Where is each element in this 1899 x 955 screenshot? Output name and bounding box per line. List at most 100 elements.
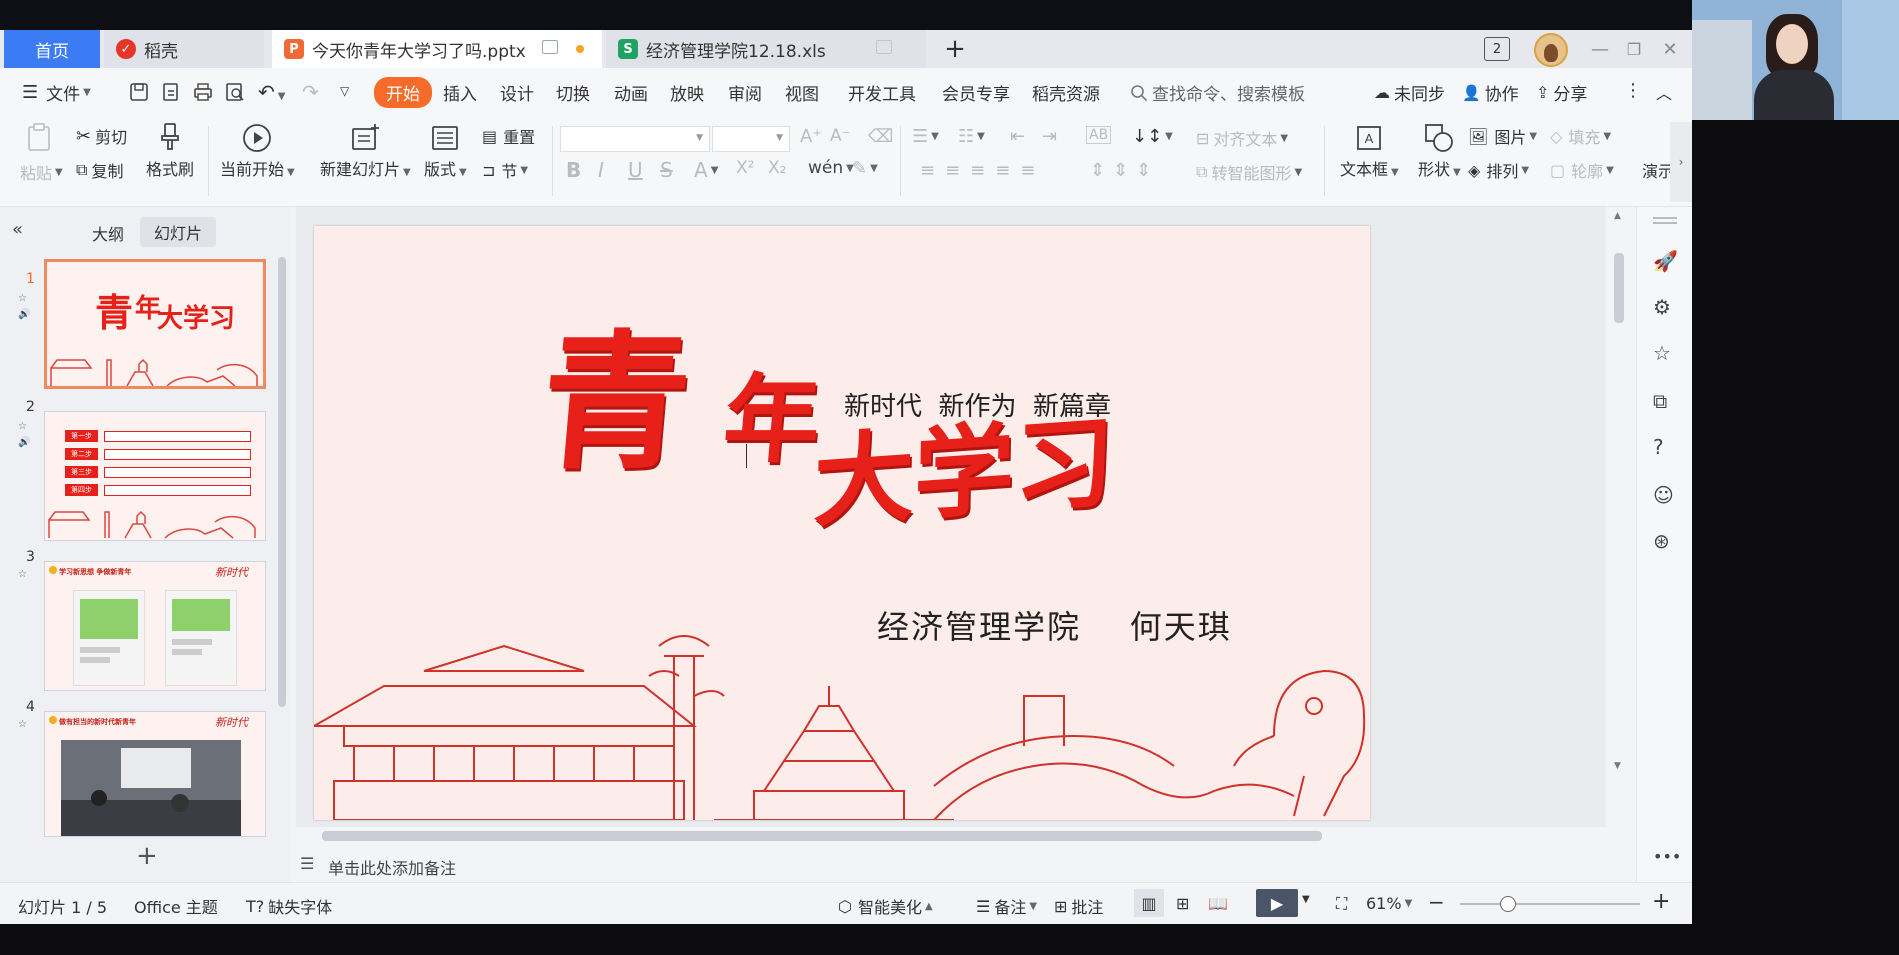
play-from-current-button[interactable]: 当前开始 ▼	[220, 122, 295, 180]
zoom-out-icon[interactable]: −	[1428, 890, 1445, 914]
slide-thumbnail-2[interactable]: 第一步 第二步 第三步 第四步	[44, 411, 266, 541]
phonetic-guide-icon[interactable]: wén ▼	[808, 158, 854, 178]
help-icon[interactable]: ?	[1653, 435, 1677, 459]
paste-button[interactable]	[24, 122, 54, 152]
tab-slides[interactable]: 幻灯片	[140, 217, 217, 247]
robot-icon[interactable]: ☺	[1653, 483, 1677, 507]
copy-button[interactable]: ⧉ 复制	[76, 158, 123, 182]
increase-indent-icon[interactable]: ⇥	[1042, 126, 1057, 147]
minimize-icon[interactable]: —	[1590, 34, 1610, 64]
slide-thumbnail-1[interactable]: 青 年 大学习	[44, 259, 266, 389]
tab-pptx-file[interactable]: P 今天你青年大学习了吗.pptx	[272, 30, 602, 68]
more-vertical-icon[interactable]: ⋮	[1624, 80, 1642, 101]
ribbon-scroll-right[interactable]: ›	[1670, 122, 1692, 202]
menu-tab-insert[interactable]: 插入	[443, 80, 477, 105]
bold-icon[interactable]: B	[566, 158, 581, 182]
sliders-icon[interactable]: ⚙	[1653, 295, 1677, 319]
menu-tab-design[interactable]: 设计	[500, 80, 534, 105]
slide-thumbnail-3[interactable]: 学习新思想 争做新青年 新时代	[44, 561, 266, 691]
slide-thumbnail-4[interactable]: 做有担当的新时代新青年 新时代	[44, 711, 266, 837]
redo-icon[interactable]: ↷	[302, 80, 319, 104]
font-size-dropdown[interactable]: ▼	[712, 126, 790, 152]
tab-daoke[interactable]: ✓ 稻壳	[104, 30, 264, 68]
undo-icon[interactable]: ↶ ▼	[258, 80, 285, 104]
notes-bar[interactable]: ☰ 单击此处添加备注	[296, 848, 1606, 882]
new-tab-plus-icon[interactable]: +	[940, 34, 970, 64]
outline-button[interactable]: ▢ 轮廓 ▼	[1550, 158, 1614, 182]
notes-toggle-button[interactable]: ☰ 备注 ▼	[976, 894, 1037, 918]
collaborate-button[interactable]: 👤 协作	[1462, 80, 1519, 106]
monitor-icon[interactable]	[876, 40, 892, 54]
superscript-icon[interactable]: X²	[736, 158, 754, 178]
menu-tab-animation[interactable]: 动画	[614, 80, 648, 105]
highlight-icon[interactable]: ✎ ▼	[852, 158, 878, 179]
current-slide-canvas[interactable]: 青 年 大学习 新时代 新作为 新篇章 经济管理学院 何天琪	[314, 226, 1370, 820]
editor-vertical-scrollbar[interactable]: ▲ ▼	[1614, 211, 1624, 811]
beautify-button[interactable]: ⬡ 智能美化 ▲	[838, 894, 933, 918]
zoom-in-icon[interactable]: +	[1652, 889, 1670, 914]
font-color-icon[interactable]: A ▼	[694, 158, 718, 182]
close-icon[interactable]: ✕	[1660, 34, 1680, 64]
tab-xls-file[interactable]: S 经济管理学院12.18.xls	[606, 30, 926, 68]
clear-format-icon[interactable]: ⌫	[868, 126, 893, 147]
text-direction-icon[interactable]: AB	[1086, 126, 1112, 144]
bullet-list-icon[interactable]: ☰ ▼	[912, 126, 939, 147]
restore-icon[interactable]: ❐	[1624, 34, 1644, 64]
menu-tab-view[interactable]: 视图	[785, 80, 819, 105]
sidebar-drag-handle[interactable]	[1653, 217, 1677, 219]
line-spacing-sort-icon[interactable]: ↓↕ ▼	[1132, 126, 1173, 147]
layout-button[interactable]: 版式 ▼	[424, 122, 467, 180]
reading-view-icon[interactable]: 📖	[1208, 894, 1228, 913]
file-menu[interactable]: ☰ 文件 ▼	[22, 80, 91, 105]
zoom-level[interactable]: 61% ▼	[1366, 894, 1412, 913]
section-button[interactable]: ⊐ 节 ▼	[482, 158, 528, 182]
textbox-button[interactable]: A 文本框 ▼	[1340, 122, 1399, 180]
font-family-dropdown[interactable]: ▼	[560, 126, 710, 152]
menu-tab-transition[interactable]: 切换	[556, 80, 590, 105]
window-count-badge[interactable]: 2	[1484, 37, 1510, 61]
slideshow-play-button[interactable]: ▶	[1256, 889, 1298, 917]
italic-icon[interactable]: I	[598, 158, 604, 182]
slide-title-char-qing[interactable]: 青	[534, 315, 697, 489]
slide-sorter-icon[interactable]: ⊞	[1176, 894, 1189, 913]
slide-title-char-nian[interactable]: 年	[719, 363, 825, 476]
menu-tab-daoke-resources[interactable]: 稻壳资源	[1032, 80, 1100, 105]
slideshow-options-caret[interactable]: ▼	[1302, 894, 1310, 905]
shape-button[interactable]: 形状 ▼	[1418, 122, 1461, 180]
smart-shape-button[interactable]: ⧉ 转智能图形 ▼	[1196, 160, 1302, 184]
menu-tab-start[interactable]: 开始	[374, 77, 432, 108]
align-text-button[interactable]: ⊟ 对齐文本 ▼	[1196, 126, 1288, 150]
quick-access-more-icon[interactable]: ▽	[340, 84, 349, 98]
subscript-icon[interactable]: X₂	[768, 158, 786, 178]
fit-to-window-icon[interactable]: ⛶	[1336, 894, 1347, 914]
normal-view-icon[interactable]: ▥	[1134, 889, 1164, 917]
theme-name[interactable]: Office 主题	[134, 894, 218, 918]
collapse-ribbon-icon[interactable]: ︿	[1656, 80, 1672, 104]
arrange-button[interactable]: ◈ 排列 ▼	[1468, 158, 1529, 182]
slide-comment-icon[interactable]: ⧉	[1653, 389, 1677, 413]
more-horizontal-icon[interactable]: •••	[1653, 847, 1681, 871]
rocket-icon[interactable]: 🚀	[1653, 249, 1678, 273]
command-search[interactable]: 查找命令、搜索模板	[1130, 80, 1305, 105]
tab-home[interactable]: 首页	[4, 30, 100, 68]
new-slide-button[interactable]: 新建幻灯片 ▼	[320, 122, 411, 180]
share-button[interactable]: ⇪ 分享	[1536, 80, 1587, 105]
menu-tab-member[interactable]: 会员专享	[942, 80, 1010, 105]
strikethrough-icon[interactable]: S	[660, 158, 673, 182]
format-painter-button[interactable]: 格式刷	[146, 122, 194, 180]
zoom-slider-thumb[interactable]	[1500, 896, 1516, 912]
menu-tab-developer[interactable]: 开发工具	[848, 80, 916, 105]
underline-icon[interactable]: U	[628, 158, 643, 182]
paragraph-align-icons[interactable]: ≡≡≡≡≡	[920, 160, 1045, 181]
print-icon[interactable]	[192, 81, 214, 103]
export-pdf-icon[interactable]	[160, 81, 182, 103]
monitor-icon[interactable]	[542, 40, 558, 54]
picture-button[interactable]: 🖼 图片 ▼	[1468, 124, 1537, 148]
comments-button[interactable]: ⊞ 批注	[1054, 894, 1103, 918]
slide-title-rest[interactable]: 大学习	[812, 403, 1115, 542]
paste-label-button[interactable]: 粘贴 ▼	[20, 160, 63, 184]
missing-font-button[interactable]: T? 缺失字体	[246, 894, 332, 918]
editor-horizontal-scrollbar[interactable]	[304, 829, 1604, 841]
compass-icon[interactable]: ⊛	[1653, 529, 1677, 553]
menu-tab-review[interactable]: 审阅	[728, 80, 762, 105]
